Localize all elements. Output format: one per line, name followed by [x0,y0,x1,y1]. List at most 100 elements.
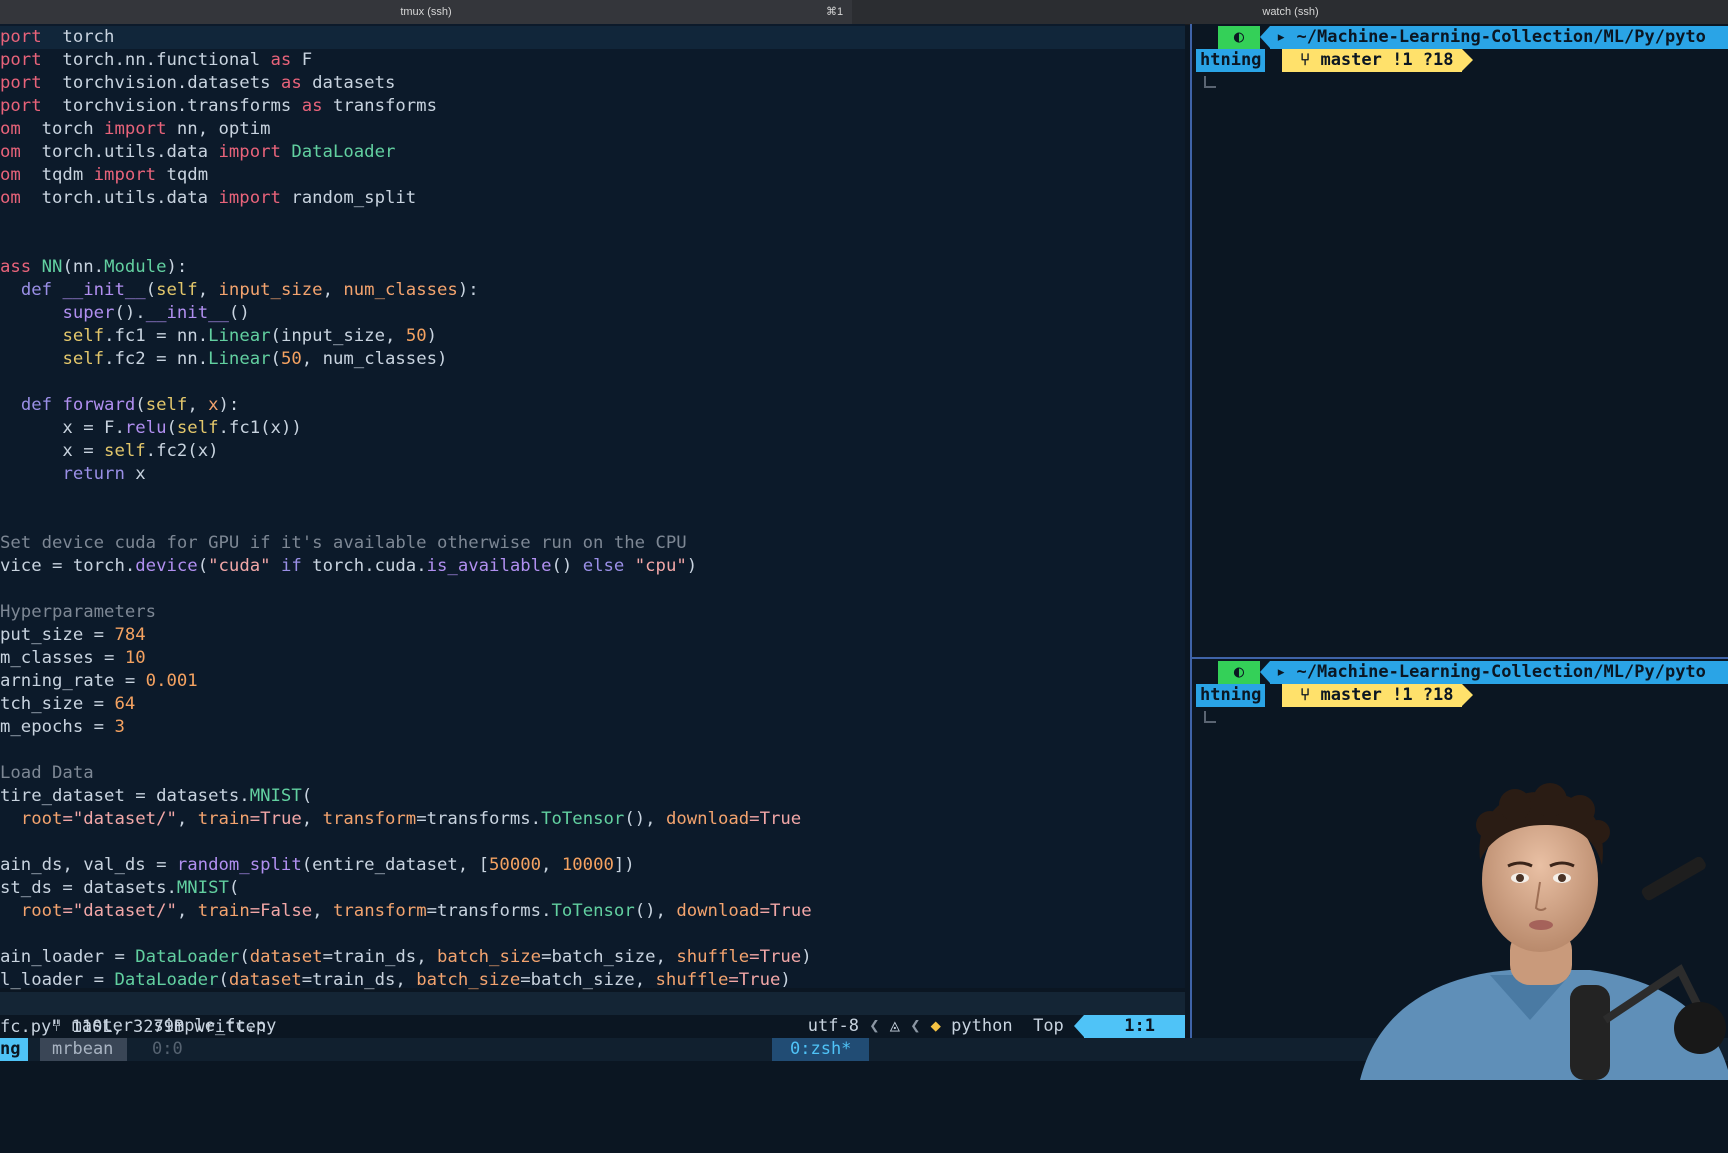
code-line[interactable]: super().__init__() [0,302,1185,325]
code-token: arning_rate = [0,671,146,691]
code-line[interactable]: ass NN(nn.Module): [0,256,1185,279]
prompt-path-tail: htning [1196,49,1266,72]
code-token: def [20,280,53,300]
code-token: , [301,809,323,829]
code-token: m_epochs = [0,717,115,737]
code-token: .fc2(x) [145,441,219,461]
code-token: shuffle [676,947,750,967]
code-line[interactable]: Load Data [0,762,1185,785]
code-line[interactable] [0,233,1185,256]
code-line[interactable]: l_loader = DataLoader(dataset=train_ds, … [0,969,1185,992]
code-line[interactable]: def forward(self, x): [0,394,1185,417]
code-line[interactable]: x = F.relu(self.fc1(x)) [0,417,1185,440]
code-token: port [0,73,42,93]
prompt-line: ◐ ▸ ~/Machine-Learning-Collection/ML/Py/… [1192,26,1728,49]
tab-watch[interactable]: watch (ssh) [853,0,1728,24]
code-line[interactable]: x = self.fc2(x) [0,440,1185,463]
prompt-continuation [1204,76,1216,88]
prompt-path: ~/Machine-Learning-Collection/ML/Py/pyto [1296,27,1706,47]
code-line[interactable]: tch_size = 64 [0,693,1185,716]
folder-icon: ▸ [1276,662,1287,682]
code-token: as [270,50,292,70]
code-token: torch.nn.functional [41,50,271,70]
code-token: DataLoader [114,970,219,990]
code-line[interactable]: port torchvision.transforms as transform… [0,95,1185,118]
code-token: (entire_dataset, [ [301,855,490,875]
code-token: import [104,119,167,139]
code-token: 0.001 [145,671,198,691]
code-line[interactable] [0,923,1185,946]
shell-pane-top[interactable]: ◐ ▸ ~/Machine-Learning-Collection/ML/Py/… [1192,24,1728,657]
code-line[interactable]: om torch import nn, optim [0,118,1185,141]
code-line[interactable]: m_epochs = 3 [0,716,1185,739]
code-token: return [62,464,125,484]
code-line[interactable] [0,831,1185,854]
code-line[interactable]: Set device cuda for GPU if it's availabl… [0,532,1185,555]
code-line[interactable] [0,739,1185,762]
code-line[interactable]: return x [0,463,1185,486]
code-line[interactable] [0,486,1185,509]
vim-editor-pane[interactable]: port torch port torch.nn.functional as Fp… [0,24,1185,990]
prompt-path: ~/Machine-Learning-Collection/ML/Py/pyto [1296,662,1706,682]
code-token: import [218,142,281,162]
code-token: =False [249,901,313,921]
code-line[interactable]: ain_ds, val_ds = random_split(entire_dat… [0,854,1185,877]
tmux-session[interactable]: ng [0,1038,29,1061]
git-branch-icon: ⑂ [1300,685,1311,705]
code-line[interactable]: port torch.nn.functional as F [0,49,1185,72]
code-token: ( [239,947,250,967]
code-token: (), [634,901,677,921]
code-token: num_classes [343,280,458,300]
vim-command-line[interactable]: fc.py" 110L, 3279B written [0,1016,266,1039]
code-token: DataLoader [291,142,396,162]
code-token: shuffle [655,970,729,990]
code-token: .fc2 = nn. [104,349,209,369]
code-line[interactable]: root="dataset/", train=True, transform=t… [0,808,1185,831]
code-line[interactable] [0,371,1185,394]
code-token: if [280,556,302,576]
code-line[interactable]: om torch.utils.data import random_split [0,187,1185,210]
code-token: Module [104,257,167,277]
vim-statusline: ⑂ master simple_fc.py utf-8 ❮ ◬ ❮ ◆ pyth… [0,992,1185,1038]
code-token: 10000 [561,855,614,875]
code-token: tqdm [20,165,94,185]
code-token: Linear [208,326,271,346]
code-line[interactable]: Hyperparameters [0,601,1185,624]
code-line[interactable]: root="dataset/", train=False, transform=… [0,900,1185,923]
code-line[interactable] [0,210,1185,233]
code-token: 50 [405,326,427,346]
code-line[interactable]: tire_dataset = datasets.MNIST( [0,785,1185,808]
code-line[interactable]: put_size = 784 [0,624,1185,647]
code-line[interactable]: self.fc2 = nn.Linear(50, num_classes) [0,348,1185,371]
tmux-window-tab[interactable]: 0:zsh* [772,1038,870,1061]
code-token: ass [0,257,32,277]
code-line[interactable] [0,578,1185,601]
code-line[interactable] [0,509,1185,532]
terminal-tab-bar: tmux (ssh) ⌘1 watch (ssh) [0,0,1728,25]
code-line[interactable]: arning_rate = 0.001 [0,670,1185,693]
code-line[interactable]: ain_loader = DataLoader(dataset=train_ds… [0,946,1185,969]
code-buffer[interactable]: port torch port torch.nn.functional as Fp… [0,26,1185,992]
code-token: tqdm [156,165,209,185]
code-line[interactable]: self.fc1 = nn.Linear(input_size, 50) [0,325,1185,348]
code-line[interactable]: def __init__(self, input_size, num_class… [0,279,1185,302]
code-line[interactable]: st_ds = datasets.MNIST( [0,877,1185,900]
code-line[interactable]: port torchvision.datasets as datasets [0,72,1185,95]
code-line[interactable]: vice = torch.device("cuda" if torch.cuda… [0,555,1185,578]
code-line[interactable]: port torch [0,26,1185,49]
tab-tmux[interactable]: tmux (ssh) [0,0,852,24]
code-token: transforms [322,96,437,116]
code-line[interactable]: om tqdm import tqdm [0,164,1185,187]
code-token: download [665,809,750,829]
code-token: (). [114,303,146,323]
code-line[interactable]: m_classes = 10 [0,647,1185,670]
code-token: random_split [176,855,302,875]
code-line[interactable]: om torch.utils.data import DataLoader [0,141,1185,164]
